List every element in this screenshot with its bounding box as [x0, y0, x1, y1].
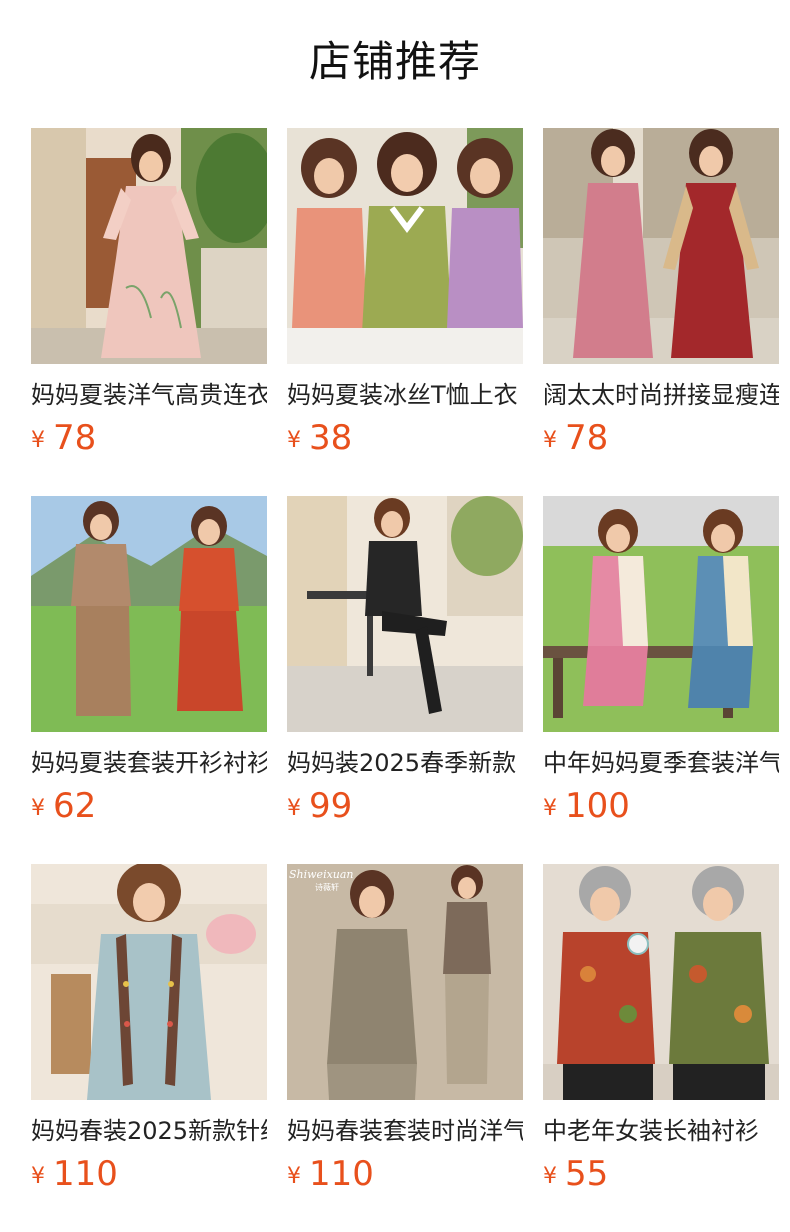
- product-name[interactable]: 妈妈春装2025新款针织: [31, 1114, 267, 1148]
- product-image[interactable]: [31, 496, 267, 732]
- product-card[interactable]: 中年妈妈夏季套装洋气 ¥100: [543, 496, 779, 826]
- product-name[interactable]: 妈妈夏装套装开衫衬衫: [31, 746, 267, 780]
- product-price: ¥78: [31, 418, 96, 458]
- price-amount: 110: [53, 1154, 118, 1194]
- product-price: ¥110: [287, 1154, 374, 1194]
- product-image[interactable]: [543, 128, 779, 364]
- product-name[interactable]: 妈妈夏装冰丝T恤上衣: [287, 378, 523, 412]
- product-price: ¥110: [31, 1154, 118, 1194]
- product-card[interactable]: 中老年女装长袖衬衫 ¥55: [543, 864, 779, 1194]
- price-amount: 110: [309, 1154, 374, 1194]
- price-amount: 100: [565, 786, 630, 826]
- price-amount: 78: [53, 418, 97, 458]
- product-name[interactable]: 阔太太时尚拼接显瘦连衣裙: [543, 378, 779, 412]
- currency-symbol: ¥: [31, 427, 45, 453]
- currency-symbol: ¥: [31, 795, 45, 821]
- product-image[interactable]: Shiweixuan 诗薇轩: [287, 864, 523, 1100]
- product-card[interactable]: 阔太太时尚拼接显瘦连衣裙 ¥78: [543, 128, 779, 458]
- currency-symbol: ¥: [543, 1163, 557, 1189]
- product-image[interactable]: [287, 496, 523, 732]
- currency-symbol: ¥: [287, 1163, 301, 1189]
- product-price: ¥62: [31, 786, 96, 826]
- product-name[interactable]: 中年妈妈夏季套装洋气: [543, 746, 779, 780]
- product-price: ¥99: [287, 786, 352, 826]
- currency-symbol: ¥: [287, 427, 301, 453]
- product-image[interactable]: [31, 128, 267, 364]
- product-card[interactable]: 妈妈春装2025新款针织 ¥110: [31, 864, 267, 1194]
- product-name[interactable]: 妈妈春装套装时尚洋气: [287, 1114, 523, 1148]
- price-amount: 78: [565, 418, 609, 458]
- product-card[interactable]: Shiweixuan 诗薇轩 妈妈春装套装时尚洋气 ¥110: [287, 864, 523, 1194]
- brand-watermark: Shiweixuan: [289, 868, 354, 881]
- product-price: ¥55: [543, 1154, 608, 1194]
- price-amount: 99: [309, 786, 353, 826]
- brand-watermark-sub: 诗薇轩: [315, 882, 339, 892]
- product-card[interactable]: 妈妈装2025春季新款 ¥99: [287, 496, 523, 826]
- product-name[interactable]: 中老年女装长袖衬衫: [543, 1114, 779, 1148]
- currency-symbol: ¥: [287, 795, 301, 821]
- price-amount: 55: [565, 1154, 609, 1194]
- product-image[interactable]: [287, 128, 523, 364]
- product-price: ¥100: [543, 786, 630, 826]
- currency-symbol: ¥: [543, 427, 557, 453]
- product-card[interactable]: 妈妈夏装洋气高贵连衣裙 ¥78: [31, 128, 267, 458]
- product-name[interactable]: 妈妈装2025春季新款: [287, 746, 523, 780]
- price-amount: 38: [309, 418, 353, 458]
- currency-symbol: ¥: [543, 795, 557, 821]
- page-title: 店铺推荐: [308, 37, 481, 86]
- product-name[interactable]: 妈妈夏装洋气高贵连衣裙: [31, 378, 267, 412]
- product-image[interactable]: [31, 864, 267, 1100]
- currency-symbol: ¥: [31, 1163, 45, 1189]
- product-card[interactable]: 妈妈夏装套装开衫衬衫 ¥62: [31, 496, 267, 826]
- price-amount: 62: [53, 786, 97, 826]
- product-image[interactable]: [543, 864, 779, 1100]
- product-price: ¥78: [543, 418, 608, 458]
- product-price: ¥38: [287, 418, 352, 458]
- product-card[interactable]: 妈妈夏装冰丝T恤上衣 ¥38: [287, 128, 523, 458]
- product-image[interactable]: [543, 496, 779, 732]
